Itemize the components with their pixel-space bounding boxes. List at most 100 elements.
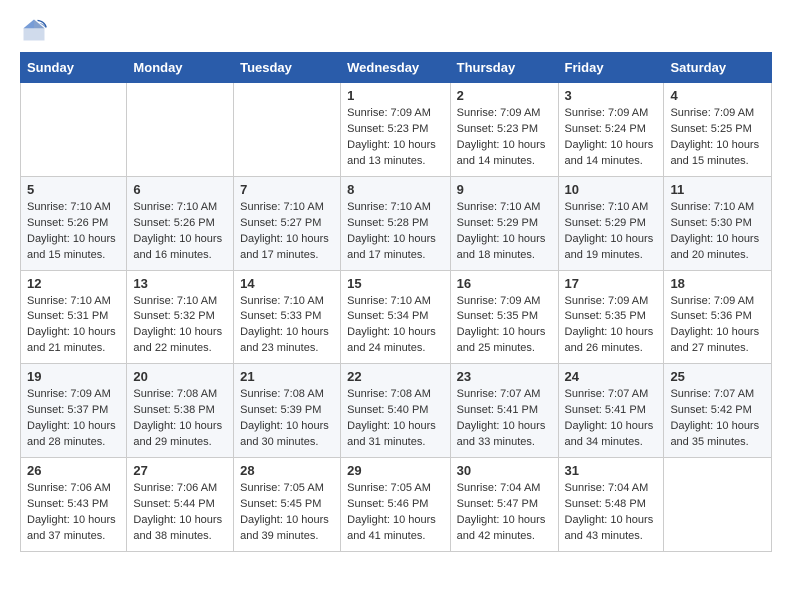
day-number: 13 [133,276,227,291]
day-number: 30 [457,463,552,478]
calendar-cell-4-7: 25 Sunrise: 7:07 AM Sunset: 5:42 PM Dayli… [664,364,772,458]
day-info: Sunrise: 7:10 AM Sunset: 5:30 PM Dayligh… [670,200,765,264]
day-number: 19 [27,369,120,384]
calendar-week-5: 26 Sunrise: 7:06 AM Sunset: 5:43 PM Dayli… [21,458,772,552]
day-number: 17 [565,276,658,291]
day-info: Sunrise: 7:10 AM Sunset: 5:32 PM Dayligh… [133,294,227,358]
day-number: 31 [565,463,658,478]
calendar-cell-5-2: 27Sunrise: 7:06 AM Sunset: 5:44 PM Dayli… [127,458,234,552]
day-info: Sunrise: 7:09 AM Sunset: 5:35 PM Dayligh… [565,294,658,358]
calendar-cell-2-3: 7 Sunrise: 7:10 AM Sunset: 5:27 PM Daylig… [234,176,341,270]
calendar-cell-4-4: 22 Sunrise: 7:08 AM Sunset: 5:40 PM Dayli… [341,364,451,458]
calendar-cell-4-6: 24 Sunrise: 7:07 AM Sunset: 5:41 PM Dayli… [558,364,664,458]
day-number: 6 [133,182,227,197]
day-number: 26 [27,463,120,478]
calendar-header-monday: Monday [127,53,234,83]
day-number: 3 [565,88,658,103]
day-info: Sunrise: 7:09 AM Sunset: 5:35 PM Dayligh… [457,294,552,358]
header [20,16,772,44]
calendar-cell-4-3: 21Sunrise: 7:08 AM Sunset: 5:39 PM Dayli… [234,364,341,458]
day-info: Sunrise: 7:06 AM Sunset: 5:43 PM Dayligh… [27,481,120,545]
calendar-cell-2-5: 9Sunrise: 7:10 AM Sunset: 5:29 PM Daylig… [450,176,558,270]
calendar-table: SundayMondayTuesdayWednesdayThursdayFrid… [20,52,772,552]
calendar-cell-2-2: 6 Sunrise: 7:10 AM Sunset: 5:26 PM Daylig… [127,176,234,270]
calendar-cell-5-7 [664,458,772,552]
day-number: 4 [670,88,765,103]
day-info: Sunrise: 7:05 AM Sunset: 5:46 PM Dayligh… [347,481,444,545]
calendar-cell-1-7: 4 Sunrise: 7:09 AM Sunset: 5:25 PM Daylig… [664,83,772,177]
day-info: Sunrise: 7:09 AM Sunset: 5:36 PM Dayligh… [670,294,765,358]
day-number: 20 [133,369,227,384]
calendar-header-row: SundayMondayTuesdayWednesdayThursdayFrid… [21,53,772,83]
calendar-cell-4-1: 19 Sunrise: 7:09 AM Sunset: 5:37 PM Dayli… [21,364,127,458]
calendar-cell-5-6: 31 Sunrise: 7:04 AM Sunset: 5:48 PM Dayli… [558,458,664,552]
calendar-cell-3-3: 14Sunrise: 7:10 AM Sunset: 5:33 PM Dayli… [234,270,341,364]
calendar-cell-4-5: 23 Sunrise: 7:07 AM Sunset: 5:41 PM Dayli… [450,364,558,458]
calendar-header-friday: Friday [558,53,664,83]
day-info: Sunrise: 7:09 AM Sunset: 5:23 PM Dayligh… [457,106,552,170]
calendar-cell-2-6: 10 Sunrise: 7:10 AM Sunset: 5:29 PM Dayli… [558,176,664,270]
calendar-cell-1-2 [127,83,234,177]
day-info: Sunrise: 7:09 AM Sunset: 5:24 PM Dayligh… [565,106,658,170]
day-info: Sunrise: 7:10 AM Sunset: 5:34 PM Dayligh… [347,294,444,358]
day-number: 25 [670,369,765,384]
calendar-cell-1-4: 1 Sunrise: 7:09 AM Sunset: 5:23 PM Daylig… [341,83,451,177]
day-info: Sunrise: 7:09 AM Sunset: 5:23 PM Dayligh… [347,106,444,170]
day-info: Sunrise: 7:10 AM Sunset: 5:26 PM Dayligh… [133,200,227,264]
calendar-week-2: 5 Sunrise: 7:10 AM Sunset: 5:26 PM Daylig… [21,176,772,270]
page-container: SundayMondayTuesdayWednesdayThursdayFrid… [0,0,792,562]
day-number: 2 [457,88,552,103]
day-info: Sunrise: 7:10 AM Sunset: 5:26 PM Dayligh… [27,200,120,264]
day-number: 10 [565,182,658,197]
calendar-cell-1-1 [21,83,127,177]
day-number: 1 [347,88,444,103]
logo [20,16,52,44]
calendar-cell-3-4: 15 Sunrise: 7:10 AM Sunset: 5:34 PM Dayli… [341,270,451,364]
day-number: 5 [27,182,120,197]
day-number: 21 [240,369,334,384]
day-info: Sunrise: 7:07 AM Sunset: 5:42 PM Dayligh… [670,387,765,451]
day-number: 23 [457,369,552,384]
day-number: 24 [565,369,658,384]
day-info: Sunrise: 7:09 AM Sunset: 5:37 PM Dayligh… [27,387,120,451]
day-number: 15 [347,276,444,291]
day-info: Sunrise: 7:10 AM Sunset: 5:28 PM Dayligh… [347,200,444,264]
day-number: 8 [347,182,444,197]
day-info: Sunrise: 7:06 AM Sunset: 5:44 PM Dayligh… [133,481,227,545]
day-info: Sunrise: 7:10 AM Sunset: 5:31 PM Dayligh… [27,294,120,358]
calendar-cell-5-3: 28Sunrise: 7:05 AM Sunset: 5:45 PM Dayli… [234,458,341,552]
day-info: Sunrise: 7:10 AM Sunset: 5:33 PM Dayligh… [240,294,334,358]
calendar-cell-2-4: 8 Sunrise: 7:10 AM Sunset: 5:28 PM Daylig… [341,176,451,270]
day-number: 7 [240,182,334,197]
calendar-cell-5-4: 29 Sunrise: 7:05 AM Sunset: 5:46 PM Dayli… [341,458,451,552]
calendar-header-thursday: Thursday [450,53,558,83]
calendar-header-wednesday: Wednesday [341,53,451,83]
day-info: Sunrise: 7:10 AM Sunset: 5:27 PM Dayligh… [240,200,334,264]
day-number: 9 [457,182,552,197]
day-number: 22 [347,369,444,384]
calendar-week-1: 1 Sunrise: 7:09 AM Sunset: 5:23 PM Daylig… [21,83,772,177]
day-number: 12 [27,276,120,291]
calendar-cell-4-2: 20Sunrise: 7:08 AM Sunset: 5:38 PM Dayli… [127,364,234,458]
calendar-header-sunday: Sunday [21,53,127,83]
day-number: 16 [457,276,552,291]
calendar-cell-1-3 [234,83,341,177]
calendar-cell-2-7: 11 Sunrise: 7:10 AM Sunset: 5:30 PM Dayli… [664,176,772,270]
calendar-cell-1-5: 2 Sunrise: 7:09 AM Sunset: 5:23 PM Daylig… [450,83,558,177]
calendar-week-4: 19 Sunrise: 7:09 AM Sunset: 5:37 PM Dayli… [21,364,772,458]
day-info: Sunrise: 7:07 AM Sunset: 5:41 PM Dayligh… [565,387,658,451]
day-info: Sunrise: 7:05 AM Sunset: 5:45 PM Dayligh… [240,481,334,545]
calendar-cell-3-7: 18Sunrise: 7:09 AM Sunset: 5:36 PM Dayli… [664,270,772,364]
day-info: Sunrise: 7:09 AM Sunset: 5:25 PM Dayligh… [670,106,765,170]
day-info: Sunrise: 7:08 AM Sunset: 5:40 PM Dayligh… [347,387,444,451]
day-info: Sunrise: 7:07 AM Sunset: 5:41 PM Dayligh… [457,387,552,451]
day-number: 11 [670,182,765,197]
calendar-week-3: 12 Sunrise: 7:10 AM Sunset: 5:31 PM Dayli… [21,270,772,364]
calendar-header-tuesday: Tuesday [234,53,341,83]
calendar-cell-5-1: 26 Sunrise: 7:06 AM Sunset: 5:43 PM Dayli… [21,458,127,552]
day-info: Sunrise: 7:04 AM Sunset: 5:48 PM Dayligh… [565,481,658,545]
calendar-cell-3-5: 16 Sunrise: 7:09 AM Sunset: 5:35 PM Dayli… [450,270,558,364]
calendar-cell-3-6: 17 Sunrise: 7:09 AM Sunset: 5:35 PM Dayli… [558,270,664,364]
day-info: Sunrise: 7:10 AM Sunset: 5:29 PM Dayligh… [565,200,658,264]
day-number: 29 [347,463,444,478]
